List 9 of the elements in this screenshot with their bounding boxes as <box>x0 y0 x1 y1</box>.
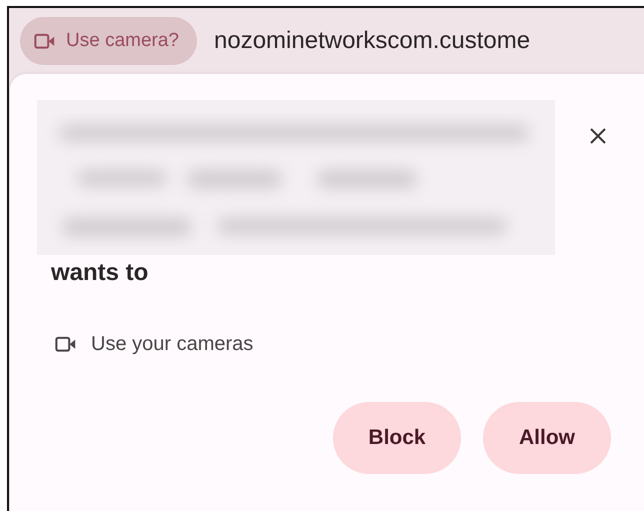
block-button[interactable]: Block <box>333 402 461 474</box>
camera-icon <box>34 32 56 50</box>
permission-label: Use your cameras <box>91 333 254 356</box>
camera-icon <box>55 336 77 353</box>
dialog-heading: wants to <box>51 259 150 287</box>
allow-button[interactable]: Allow <box>483 402 611 474</box>
permission-chip[interactable]: Use camera? <box>20 17 197 65</box>
url-text[interactable]: nozominetworkscom.custome <box>214 27 530 55</box>
close-icon <box>589 127 607 145</box>
